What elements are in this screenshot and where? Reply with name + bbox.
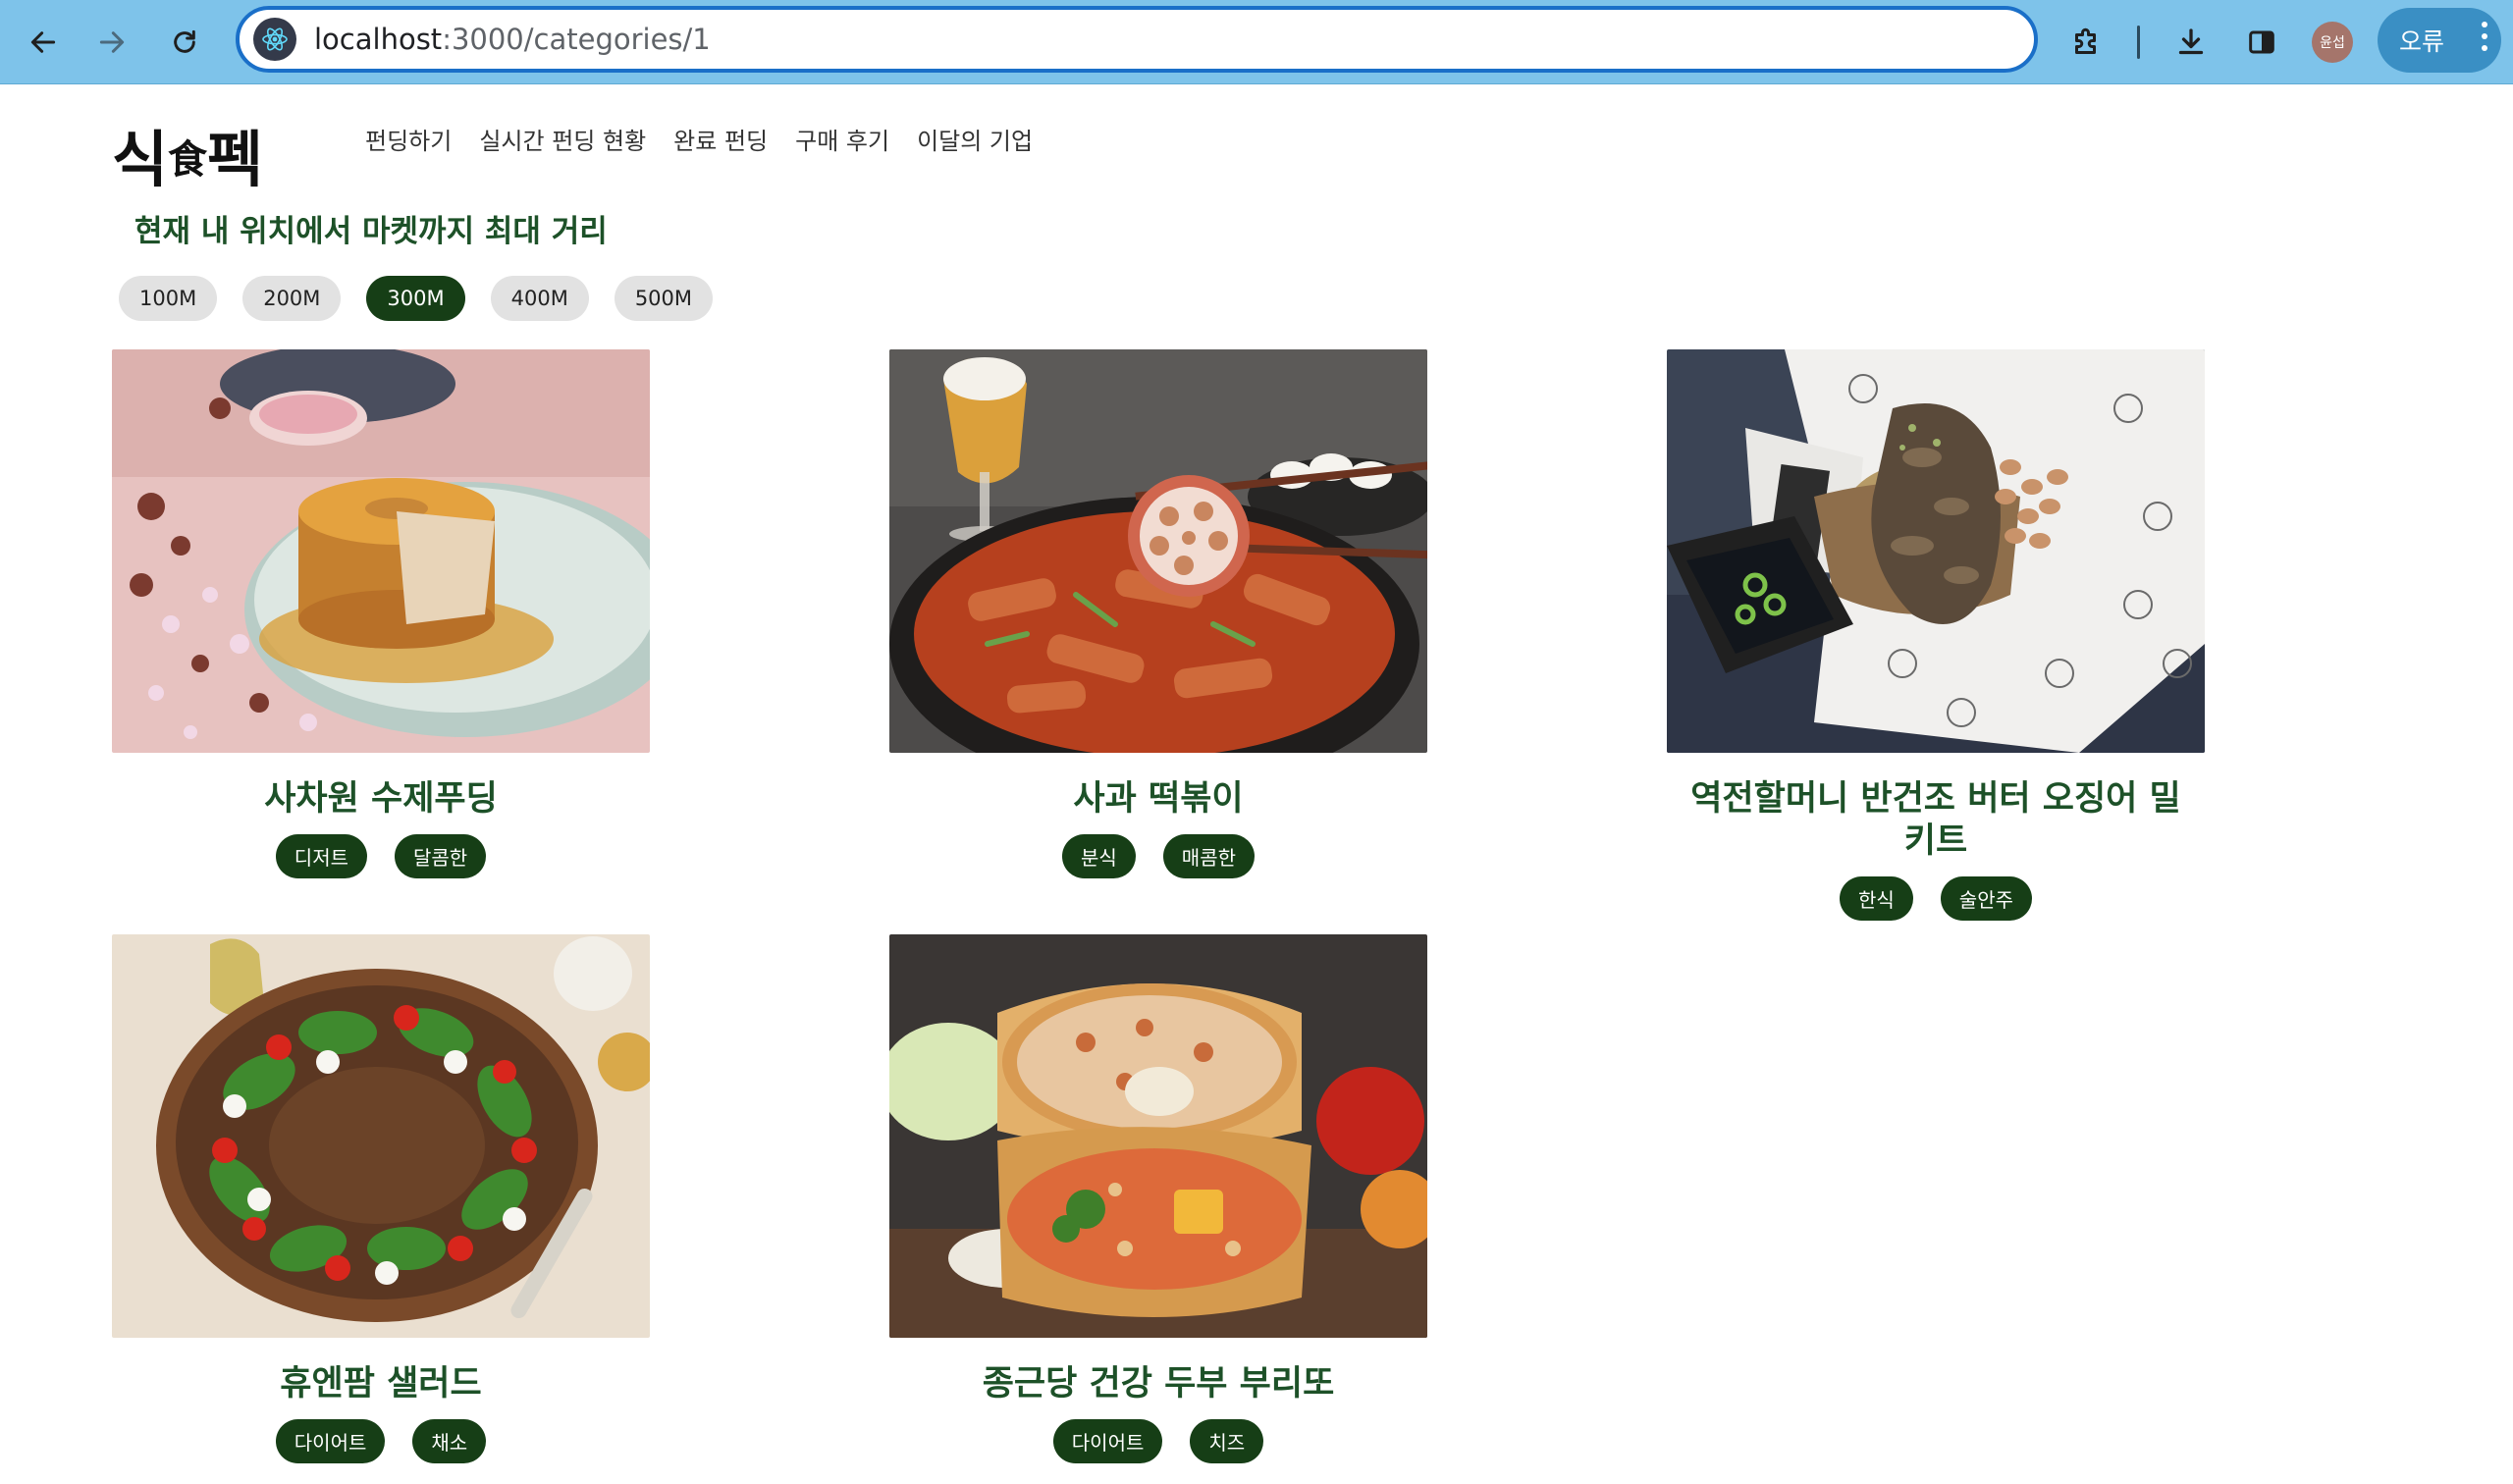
address-bar[interactable]: localhost:3000/categories/1 [236, 6, 2038, 73]
product-title[interactable]: 사과 떡볶이 [889, 778, 1427, 821]
distance-chip-100m[interactable]: 100M [119, 276, 218, 321]
product-title[interactable]: 사차원 수제푸딩 [112, 778, 650, 821]
product-tags: 다이어트 채소 [112, 1419, 650, 1463]
nav-purchase-reviews[interactable]: 구매 후기 [795, 122, 889, 156]
product-tag[interactable]: 분식 [1061, 834, 1136, 878]
puzzle-icon[interactable] [2061, 17, 2112, 68]
product-title[interactable]: 휴엔팜 샐러드 [112, 1363, 650, 1405]
error-label: 오류 [2399, 27, 2445, 56]
product-card[interactable]: 종근당 건강 두부 부리또 다이어트 치즈 [889, 934, 1427, 1463]
error-menu-button[interactable]: 오류 [2378, 8, 2501, 73]
browser-toolbar: localhost:3000/categories/1 윤섭 오류 [0, 0, 2513, 84]
nav-company-of-month[interactable]: 이달의 기업 [917, 122, 1033, 156]
product-image-tteokbokki[interactable] [889, 349, 1427, 753]
distance-title: 현재 내 위치에서 마켓까지 최대 거리 [134, 214, 608, 249]
product-card[interactable]: 사과 떡볶이 분식 매콤한 [889, 349, 1427, 878]
url-text: localhost:3000/categories/1 [314, 23, 711, 56]
product-tags: 디저트 달콤한 [112, 834, 650, 878]
reload-icon[interactable] [159, 17, 210, 68]
product-image-squid-kit[interactable] [1667, 349, 2205, 753]
distance-chip-200m[interactable]: 200M [242, 276, 342, 321]
product-tag[interactable]: 채소 [412, 1419, 487, 1463]
product-tag[interactable]: 술안주 [1940, 876, 2032, 921]
download-icon[interactable] [2165, 17, 2217, 68]
product-tag[interactable]: 달콤한 [395, 834, 487, 878]
product-tags: 한식 술안주 [1667, 876, 2205, 921]
product-tag[interactable]: 한식 [1839, 876, 1913, 921]
product-image-burrito[interactable] [889, 934, 1427, 1338]
forward-arrow-icon[interactable] [86, 17, 137, 68]
logo-part2: 食 [168, 137, 208, 183]
nav-funding[interactable]: 펀딩하기 [365, 122, 452, 156]
distance-chip-300m[interactable]: 300M [366, 276, 465, 321]
main-nav: 펀딩하기 실시간 펀딩 현황 완료 펀딩 구매 후기 이달의 기업 [365, 122, 1033, 156]
site-logo[interactable]: 식食펙 [112, 110, 263, 198]
product-title[interactable]: 역전할머니 반건조 버터 오징어 밀키트 [1667, 778, 2205, 863]
product-image-pudding[interactable] [112, 349, 650, 753]
profile-avatar[interactable]: 윤섭 [2312, 22, 2353, 63]
product-tag[interactable]: 다이어트 [1052, 1419, 1163, 1463]
url-host: localhost [314, 23, 443, 56]
product-image-salad[interactable] [112, 934, 650, 1338]
url-path: :3000/categories/1 [442, 23, 711, 56]
product-tags: 분식 매콤한 [889, 834, 1427, 878]
distance-chip-500m[interactable]: 500M [614, 276, 714, 321]
distance-filter: 100M 200M 300M 400M 500M [119, 276, 714, 321]
nav-completed-funding[interactable]: 완료 펀딩 [673, 122, 768, 156]
distance-chip-400m[interactable]: 400M [490, 276, 589, 321]
logo-part3: 펙 [207, 124, 264, 195]
logo-part1: 식 [112, 124, 169, 195]
product-title[interactable]: 종근당 건강 두부 부리또 [889, 1363, 1427, 1405]
more-vertical-icon [2482, 22, 2487, 51]
nav-live-funding-status[interactable]: 실시간 펀딩 현황 [479, 122, 646, 156]
back-arrow-icon[interactable] [18, 17, 69, 68]
product-tag[interactable]: 다이어트 [275, 1419, 386, 1463]
react-logo-icon [253, 18, 296, 61]
product-tag[interactable]: 치즈 [1190, 1419, 1264, 1463]
product-card[interactable]: 휴엔팜 샐러드 다이어트 채소 [112, 934, 650, 1463]
product-tag[interactable]: 디저트 [275, 834, 367, 878]
side-panel-icon[interactable] [2236, 17, 2287, 68]
product-tag[interactable]: 매콤한 [1162, 834, 1255, 878]
product-card[interactable]: 사차원 수제푸딩 디저트 달콤한 [112, 349, 650, 878]
product-tags: 다이어트 치즈 [889, 1419, 1427, 1463]
product-card[interactable]: 역전할머니 반건조 버터 오징어 밀키트 한식 술안주 [1667, 349, 2205, 921]
toolbar-divider [2137, 26, 2140, 59]
